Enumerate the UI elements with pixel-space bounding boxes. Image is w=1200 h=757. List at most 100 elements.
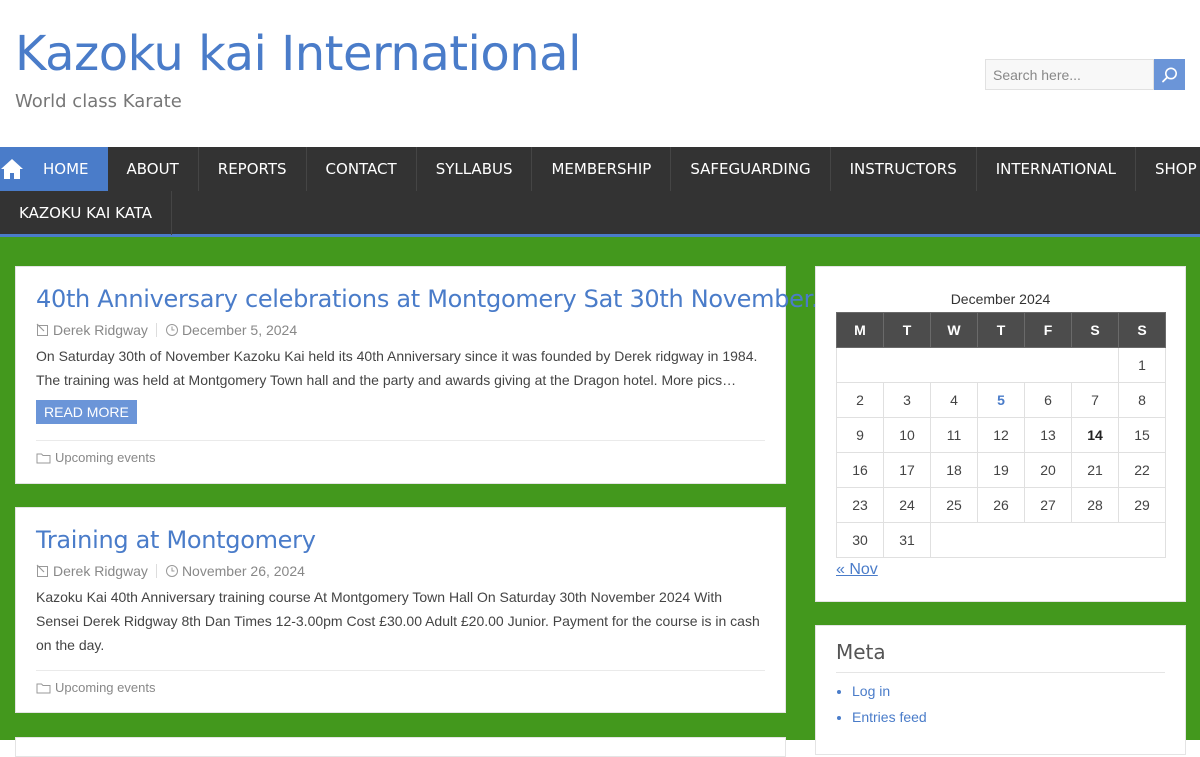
calendar-prev-link[interactable]: « Nov [836,561,878,579]
post-meta: Derek Ridgway December 5, 2024 [36,322,765,338]
author-icon [36,564,48,577]
calendar-day: 20 [1024,452,1072,488]
read-more-button[interactable]: READ MORE [36,400,137,424]
calendar-week-row: 23 24 25 26 27 28 29 [836,487,1166,523]
nav-item-membership[interactable]: MEMBERSHIP [532,147,672,191]
calendar-day: 25 [930,487,978,523]
calendar-body: 1 2 3 4 5 6 7 8 9 10 11 12 13 14 15 16 17 18 19 20 21 22 23 24 2… [836,347,1166,558]
post-date[interactable]: December 5, 2024 [182,322,297,338]
site-title[interactable]: Kazoku kai International [15,26,581,82]
entries-feed-link[interactable]: Entries feed [852,709,927,725]
main-navigation: HOME ABOUT REPORTS CONTACT SYLLABUS MEMB… [0,147,1200,237]
post-category[interactable]: Upcoming events [55,680,155,695]
nav-row-2: KAZOKU KAI KATA [0,191,1200,235]
calendar-weekday-header: S [1071,312,1119,348]
calendar-day: 18 [930,452,978,488]
calendar-weekday-header: S [1118,312,1166,348]
nav-item-instructors[interactable]: INSTRUCTORS [831,147,977,191]
calendar-day: 24 [883,487,931,523]
post-card [15,737,786,757]
post-card: 40th Anniversary celebrations at Montgom… [15,266,819,484]
nav-item-safeguarding[interactable]: SAFEGUARDING [671,147,831,191]
author-icon [36,323,48,336]
post-footer: Upcoming events [36,440,765,465]
calendar-day: 22 [1118,452,1166,488]
post-excerpt: Kazoku Kai 40th Anniversary training cou… [36,589,760,653]
calendar-day: 23 [836,487,884,523]
calendar-day-today: 14 [1071,417,1119,453]
calendar-week-row: 1 [836,347,1166,383]
calendar-day: 10 [883,417,931,453]
post-excerpt: On Saturday 30th of November Kazoku Kai … [36,348,758,388]
meta-widget-title: Meta [836,640,1165,673]
calendar-day: 15 [1118,417,1166,453]
calendar-day: 27 [1024,487,1072,523]
calendar-week-row: 2345678 [836,382,1166,418]
calendar-week-row: 9 10 11 12 13 14 15 [836,417,1166,453]
nav-item-reports[interactable]: REPORTS [199,147,307,191]
calendar-widget: December 2024 MTWTFSS 1 2 3 4 5 6 7 8 9 10 11 12 13 1… [815,266,1186,602]
post-title[interactable]: Training at Montgomery [36,526,765,554]
nav-item-shop[interactable]: SHOP [1136,147,1200,191]
search-input[interactable] [985,59,1154,90]
calendar-day: 1 [1118,347,1166,383]
search-button[interactable] [1154,59,1185,90]
calendar-day: 30 [836,522,884,558]
calendar-day: 2 [836,382,884,418]
meta-links: Log in Entries feed [836,683,1165,725]
calendar-weekday-header: T [977,312,1025,348]
calendar-header-row: MTWTFSS [836,312,1166,348]
meta-divider [155,323,157,337]
nav-item-international[interactable]: INTERNATIONAL [977,147,1136,191]
calendar-day-link[interactable]: 5 [977,382,1025,418]
nav-item-kazoku-kai-kata[interactable]: KAZOKU KAI KATA [0,191,173,235]
post-author[interactable]: Derek Ridgway [53,322,148,338]
calendar-empty-cell [836,347,1119,383]
calendar-day: 4 [930,382,978,418]
post-category[interactable]: Upcoming events [55,450,155,465]
calendar-day: 3 [883,382,931,418]
calendar-weekday-header: T [883,312,931,348]
post-author[interactable]: Derek Ridgway [53,563,148,579]
calendar-day: 31 [883,522,931,558]
home-icon [1,159,23,179]
nav-item-syllabus[interactable]: SYLLABUS [417,147,533,191]
calendar-weekday-header: F [1024,312,1072,348]
calendar-day: 8 [1118,382,1166,418]
calendar-empty-cell [930,522,1166,558]
nav-item-contact[interactable]: CONTACT [307,147,417,191]
post-footer: Upcoming events [36,670,765,695]
calendar-week-row: 30 31 [836,522,1166,558]
post-date[interactable]: November 26, 2024 [182,563,305,579]
calendar-day: 9 [836,417,884,453]
calendar-table: MTWTFSS 1 2 3 4 5 6 7 8 9 10 11 12 13 14 15 16 17 18 19 20 2… [836,312,1166,558]
calendar-day: 28 [1071,487,1119,523]
calendar-day: 12 [977,417,1025,453]
search-icon [1161,67,1177,82]
calendar-day: 16 [836,452,884,488]
nav-item-about[interactable]: ABOUT [108,147,199,191]
calendar-day: 26 [977,487,1025,523]
clock-icon [165,324,178,336]
nav-item-home[interactable]: HOME [24,147,108,191]
folder-icon [36,453,51,463]
main-content: 40th Anniversary celebrations at Montgom… [0,237,1200,757]
meta-list-item: Entries feed [852,709,1165,725]
log-in-link[interactable]: Log in [852,683,890,699]
post-meta: Derek Ridgway November 26, 2024 [36,563,765,579]
calendar-day: 7 [1071,382,1119,418]
meta-list-item: Log in [852,683,1165,699]
post-title[interactable]: 40th Anniversary celebrations at Montgom… [36,285,819,313]
site-header: Kazoku kai International World class Kar… [0,0,1200,147]
nav-home-icon-button[interactable] [0,147,24,191]
calendar-day: 11 [930,417,978,453]
meta-divider [155,564,157,578]
calendar-weekday-header: M [836,312,884,348]
calendar-week-row: 16 17 18 19 20 21 22 [836,452,1166,488]
site-tagline: World class Karate [15,91,182,112]
calendar-day: 6 [1024,382,1072,418]
calendar-day: 29 [1118,487,1166,523]
calendar-day: 17 [883,452,931,488]
calendar-weekday-header: W [930,312,978,348]
folder-icon [36,683,51,693]
